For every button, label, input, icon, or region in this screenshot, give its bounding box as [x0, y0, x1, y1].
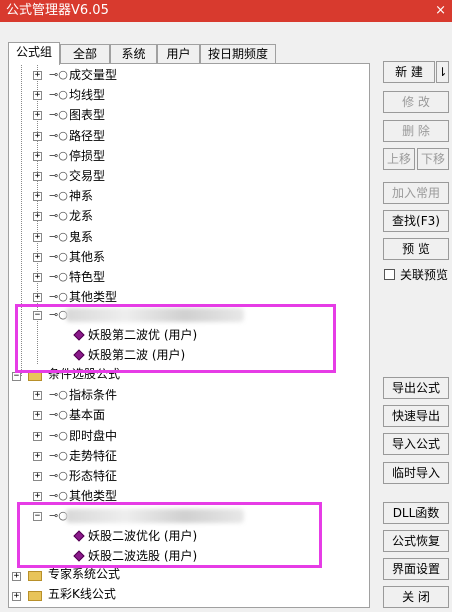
expand-toggle-icon[interactable]: + — [33, 192, 42, 201]
formula-key-icon: ⊸○ — [49, 68, 68, 81]
find-button[interactable]: 查找(F3) — [383, 210, 449, 232]
expand-toggle-icon[interactable]: + — [33, 233, 42, 242]
formula-key-icon: ⊸○ — [49, 88, 68, 101]
temp-import-button[interactable]: 临时导入 — [383, 462, 449, 484]
expand-toggle-icon[interactable]: + — [33, 452, 42, 461]
new-dropdown-button[interactable]: ⇂ — [436, 61, 449, 83]
expand-toggle-icon[interactable]: + — [33, 132, 42, 141]
expand-toggle-icon[interactable]: + — [33, 391, 42, 400]
tab-user[interactable]: 用户 — [157, 44, 200, 64]
tab-formula-group[interactable]: 公式组 — [8, 42, 60, 65]
expand-toggle-icon[interactable]: + — [33, 212, 42, 221]
formula-key-icon: ⊸○ — [49, 209, 68, 222]
tree-item[interactable]: 鬼系 — [69, 227, 93, 247]
tree-item[interactable]: 形态特征 — [69, 466, 117, 486]
expand-toggle-icon[interactable]: + — [33, 91, 42, 100]
expand-toggle-icon[interactable]: + — [33, 293, 42, 302]
tree-item[interactable]: 走势特征 — [69, 446, 117, 466]
tree-section[interactable]: 五彩K线公式 — [48, 584, 116, 604]
expand-toggle-icon[interactable]: + — [33, 492, 42, 501]
expand-toggle-icon[interactable]: + — [33, 71, 42, 80]
tree-item[interactable]: 图表型 — [69, 105, 105, 125]
tab-by-date-frequency[interactable]: 按日期频度 — [200, 44, 276, 64]
folder-icon — [28, 591, 42, 601]
expand-toggle-icon[interactable]: − — [12, 372, 21, 381]
formula-key-icon: ⊸○ — [49, 230, 68, 243]
expand-toggle-icon[interactable]: + — [33, 253, 42, 262]
tree-item[interactable]: 基本面 — [69, 405, 105, 425]
formula-key-icon: ⊸○ — [49, 429, 68, 442]
formula-key-icon: ⊸○ — [49, 189, 68, 202]
formula-key-icon: ⊸○ — [49, 270, 68, 283]
tree-item[interactable]: 路径型 — [69, 126, 105, 146]
expand-toggle-icon[interactable]: + — [12, 572, 21, 581]
tree-item[interactable]: 均线型 — [69, 85, 105, 105]
new-button[interactable]: 新 建 — [383, 61, 435, 83]
preview-button[interactable]: 预 览 — [383, 238, 449, 260]
tab-all[interactable]: 全部 — [60, 44, 110, 64]
tree-item[interactable]: 指标条件 — [69, 385, 117, 405]
formula-key-icon: ⊸○ — [49, 169, 68, 182]
dll-button[interactable]: DLL函数 — [383, 502, 449, 524]
tree-item[interactable]: 特色型 — [69, 267, 105, 287]
tree-item[interactable]: 其他系 — [69, 247, 105, 267]
modify-button[interactable]: 修 改 — [383, 91, 449, 113]
ui-settings-button[interactable]: 界面设置 — [383, 558, 449, 580]
formula-key-icon: ⊸○ — [49, 469, 68, 482]
expand-toggle-icon[interactable]: + — [33, 472, 42, 481]
import-button[interactable]: 导入公式 — [383, 433, 449, 455]
move-up-button[interactable]: 上移 — [383, 148, 415, 170]
formula-key-icon: ⊸○ — [49, 408, 68, 421]
delete-button[interactable]: 删 除 — [383, 120, 449, 142]
folder-icon — [28, 571, 42, 581]
window-title: 公式管理器V6.05 — [6, 3, 109, 18]
tree-item[interactable]: 停损型 — [69, 146, 105, 166]
tab-system[interactable]: 系统 — [110, 44, 157, 64]
formula-key-icon: ⊸○ — [49, 129, 68, 142]
link-preview-label: 关联预览 — [400, 268, 449, 282]
expand-toggle-icon[interactable]: + — [33, 111, 42, 120]
tree-item[interactable]: 即时盘中 — [69, 426, 117, 446]
expand-toggle-icon[interactable]: + — [33, 172, 42, 181]
quick-export-button[interactable]: 快速导出 — [383, 405, 449, 427]
close-button[interactable]: 关 闭 — [383, 586, 449, 608]
formula-key-icon: ⊸○ — [49, 388, 68, 401]
highlight-box — [15, 304, 336, 373]
formula-key-icon: ⊸○ — [49, 108, 68, 121]
move-down-button[interactable]: 下移 — [417, 148, 449, 170]
formula-key-icon: ⊸○ — [49, 149, 68, 162]
tree-item[interactable]: 成交量型 — [69, 65, 117, 85]
restore-button[interactable]: 公式恢复 — [383, 530, 449, 552]
tree-item[interactable]: 交易型 — [69, 166, 105, 186]
add-common-button[interactable]: 加入常用 — [383, 182, 449, 204]
link-preview-checkbox[interactable] — [384, 269, 395, 280]
export-button[interactable]: 导出公式 — [383, 377, 449, 399]
tree-item[interactable]: 龙系 — [69, 206, 93, 226]
formula-key-icon: ⊸○ — [49, 250, 68, 263]
expand-toggle-icon[interactable]: + — [33, 432, 42, 441]
highlight-box — [17, 502, 322, 568]
expand-toggle-icon[interactable]: + — [33, 411, 42, 420]
close-icon[interactable]: × — [435, 0, 446, 22]
expand-toggle-icon[interactable]: + — [33, 273, 42, 282]
expand-toggle-icon[interactable]: + — [33, 152, 42, 161]
tree-item[interactable]: 神系 — [69, 186, 93, 206]
expand-toggle-icon[interactable]: + — [12, 592, 21, 601]
title-bar: 公式管理器V6.05 × — [0, 0, 452, 22]
formula-key-icon: ⊸○ — [49, 449, 68, 462]
